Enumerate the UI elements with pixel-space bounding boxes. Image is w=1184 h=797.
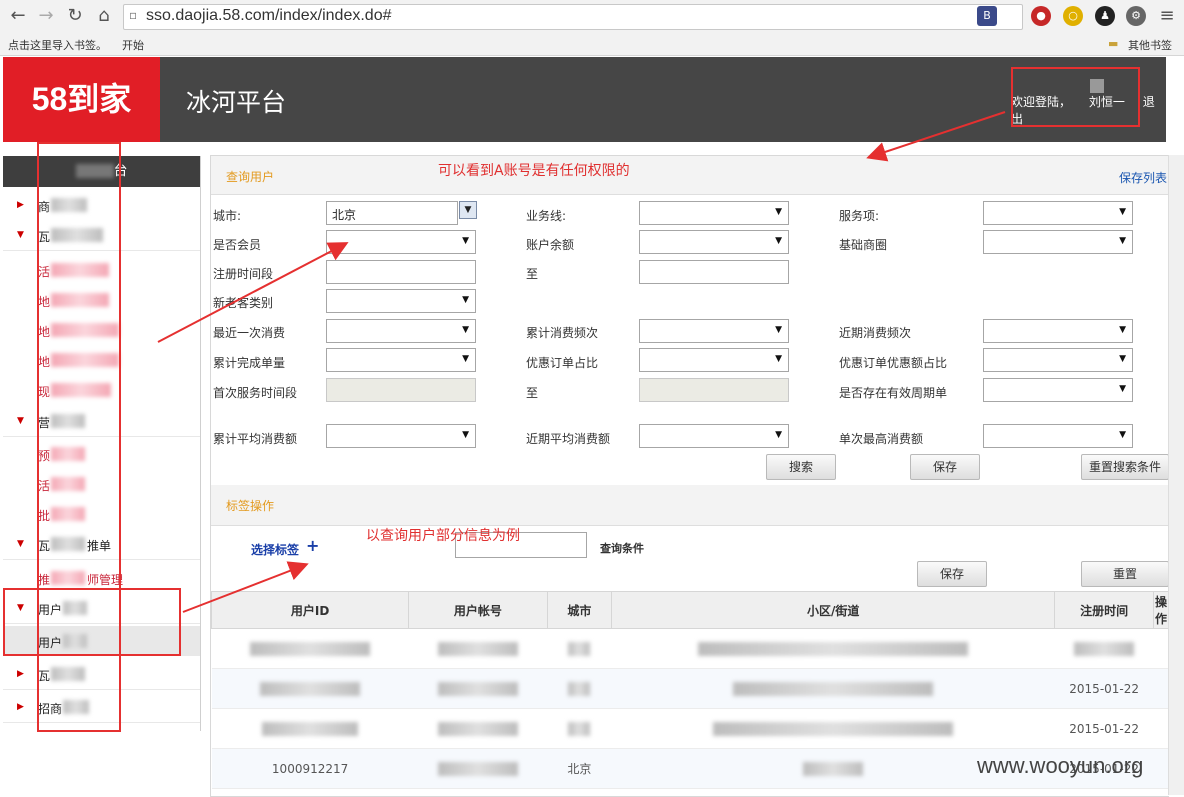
arrow-to-header xyxy=(866,111,1006,162)
annotation-arrows xyxy=(157,111,1006,613)
watermark: www.wooyun.org xyxy=(977,753,1144,778)
arrow-to-tags xyxy=(182,561,309,613)
arrow-to-query xyxy=(157,242,349,343)
